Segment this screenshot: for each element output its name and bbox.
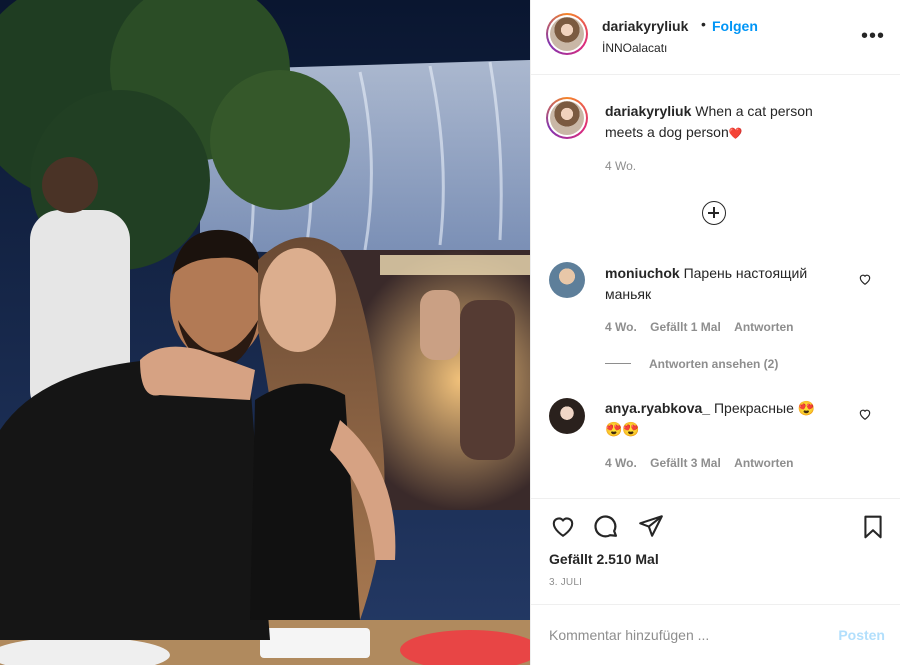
post-photo[interactable] — [0, 0, 530, 665]
caption-text-line2: meets a dog person — [605, 124, 729, 140]
caption: dariakyryliuk When a cat person meets a … — [605, 101, 875, 145]
heart-emoji: ❤️ — [728, 128, 743, 140]
comment-avatar[interactable] — [549, 262, 585, 298]
more-options-icon[interactable]: ••• — [861, 25, 885, 48]
post-actions: Gefällt 2.510 Mal 3. JULI — [531, 498, 900, 604]
view-replies-button[interactable]: Antworten ansehen (2) — [649, 357, 778, 371]
caption-avatar[interactable] — [546, 97, 588, 139]
caption-text-line1: When a cat person — [695, 103, 813, 119]
heart-icon[interactable] — [549, 513, 577, 539]
comment-icon[interactable] — [592, 513, 620, 541]
comment-text-line2: маньяк — [605, 286, 652, 302]
comment-1-meta: 4 Wo. Gefällt 1 Mal Antworten — [605, 320, 793, 334]
comment-like-heart-icon[interactable] — [858, 272, 872, 286]
header-separator: • — [701, 16, 706, 32]
comment-username[interactable]: moniuchok — [605, 265, 680, 281]
plus-circle-icon[interactable] — [702, 201, 726, 225]
comment-bar: Kommentar hinzufügen ... Posten — [531, 604, 900, 665]
comment-likes[interactable]: Gefällt 3 Mal — [650, 456, 721, 470]
reply-button[interactable]: Antworten — [734, 320, 793, 334]
share-icon[interactable] — [637, 513, 665, 539]
comment-text-line1: Прекрасные 😍 — [713, 400, 816, 416]
comment-likes[interactable]: Gefällt 1 Mal — [650, 320, 721, 334]
comment-2: anya.ryabkova_ Прекрасные 😍 😍😍 — [605, 398, 845, 440]
comment-username[interactable]: anya.ryabkova_ — [605, 400, 710, 416]
likes-count[interactable]: Gefällt 2.510 Mal — [549, 551, 659, 567]
comment-time[interactable]: 4 Wo. — [605, 456, 637, 470]
comment-time[interactable]: 4 Wo. — [605, 320, 637, 334]
post-image — [0, 0, 530, 665]
post-date[interactable]: 3. JULI — [549, 577, 582, 588]
comment-avatar[interactable] — [549, 398, 585, 434]
author-avatar[interactable] — [546, 13, 588, 55]
caption-username[interactable]: dariakyryliuk — [605, 103, 691, 119]
replies-divider — [605, 363, 631, 364]
comment-text-line2: 😍😍 — [605, 421, 640, 437]
comment-text-line1: Парень настоящий — [683, 265, 808, 281]
comment-1: moniuchok Парень настоящий маньяк — [605, 263, 845, 305]
location-link[interactable]: İNNOalacatı — [602, 41, 667, 55]
post-comment-button[interactable]: Posten — [838, 627, 885, 643]
follow-button[interactable]: Folgen — [712, 18, 758, 34]
comment-2-meta: 4 Wo. Gefällt 3 Mal Antworten — [605, 456, 793, 470]
reply-button[interactable]: Antworten — [734, 456, 793, 470]
post-header: dariakyryliuk • Folgen İNNOalacatı ••• — [531, 0, 900, 75]
comment-like-heart-icon[interactable] — [858, 407, 872, 421]
caption-time[interactable]: 4 Wo. — [605, 159, 636, 173]
author-username[interactable]: dariakyryliuk — [602, 18, 688, 34]
comment-input[interactable]: Kommentar hinzufügen ... — [549, 627, 709, 643]
bookmark-icon[interactable] — [860, 513, 886, 541]
post-panel: dariakyryliuk • Folgen İNNOalacatı ••• d… — [530, 0, 900, 665]
